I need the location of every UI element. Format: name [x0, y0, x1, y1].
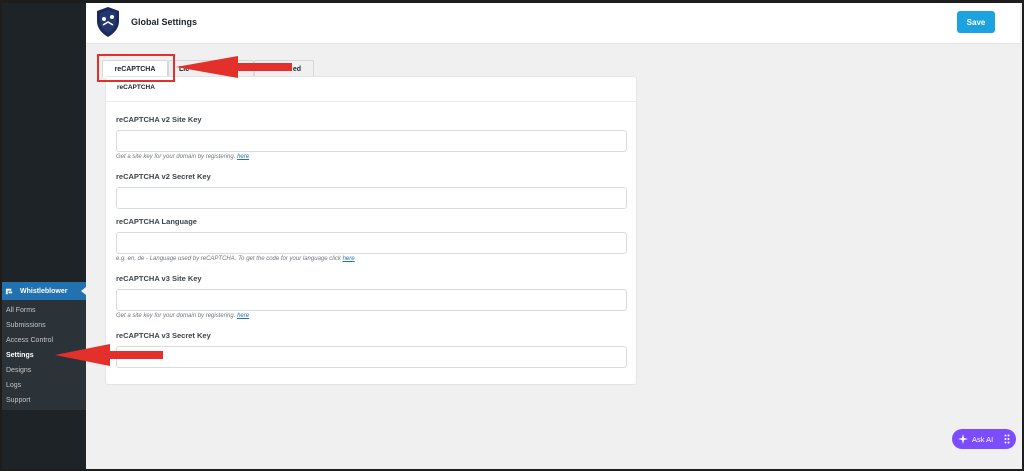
top-border: [0, 0, 1024, 3]
language-help-link[interactable]: here: [343, 256, 355, 262]
arrow-to-recaptcha-tab: [176, 56, 292, 78]
v3-secret-key-input[interactable]: [116, 346, 627, 368]
v2-site-key-help-text: Get a site key for your domain by regist…: [116, 154, 236, 160]
shield-logo-icon: [97, 7, 119, 37]
v3-site-key-help-link[interactable]: here: [237, 313, 249, 319]
sidebar-item-all-forms[interactable]: All Forms: [0, 303, 86, 318]
ask-ai-button[interactable]: Ask AI: [952, 429, 1016, 449]
language-input[interactable]: [116, 232, 627, 254]
sidebar-item-logs[interactable]: Logs: [0, 378, 86, 393]
v2-site-key-help-link[interactable]: here: [237, 154, 249, 160]
page-header: Global Settings Save: [86, 3, 1020, 44]
whistleblower-icon: [5, 288, 13, 294]
highlight-box: [97, 54, 175, 82]
settings-card: reCAPTCHA reCAPTCHA v2 Site Key Get a si…: [105, 76, 637, 385]
v2-site-key-input[interactable]: [116, 130, 627, 152]
v2-secret-key-label: reCAPTCHA v2 Secret Key: [116, 172, 211, 181]
sidebar-item-submissions[interactable]: Submissions: [0, 318, 86, 333]
sparkle-icon: [958, 434, 968, 444]
language-label: reCAPTCHA Language: [116, 217, 197, 226]
v3-secret-key-label: reCAPTCHA v3 Secret Key: [116, 331, 211, 340]
v3-site-key-label: reCAPTCHA v3 Site Key: [116, 274, 202, 283]
v2-site-key-label: reCAPTCHA v2 Site Key: [116, 115, 202, 124]
page-title: Global Settings: [131, 17, 198, 27]
admin-sidebar: Whistleblower All Forms Submissions Acce…: [0, 0, 86, 471]
arrow-to-settings: [55, 344, 163, 366]
v3-site-key-help: Get a site key for your domain by regist…: [116, 313, 249, 319]
card-divider: [106, 101, 636, 102]
save-button[interactable]: Save: [957, 11, 995, 33]
ask-ai-label: Ask AI: [972, 434, 994, 444]
sidebar-item-support[interactable]: Support: [0, 393, 86, 408]
v2-site-key-help: Get a site key for your domain by regist…: [116, 154, 249, 160]
active-menu-notch: [81, 287, 86, 295]
v2-secret-key-input[interactable]: [116, 187, 627, 209]
drag-dots-icon[interactable]: [1004, 434, 1010, 444]
section-tab-recaptcha[interactable]: reCAPTCHA: [117, 84, 155, 91]
sidebar-menu-label: Whistleblower: [20, 287, 68, 295]
language-help-text: e.g. en, de - Language used by reCAPTCHA…: [116, 256, 341, 262]
sidebar-menu-whistleblower[interactable]: Whistleblower: [0, 282, 86, 300]
v3-site-key-input[interactable]: [116, 289, 627, 311]
language-help: e.g. en, de - Language used by reCAPTCHA…: [116, 256, 355, 262]
v3-site-key-help-text: Get a site key for your domain by regist…: [116, 313, 236, 319]
